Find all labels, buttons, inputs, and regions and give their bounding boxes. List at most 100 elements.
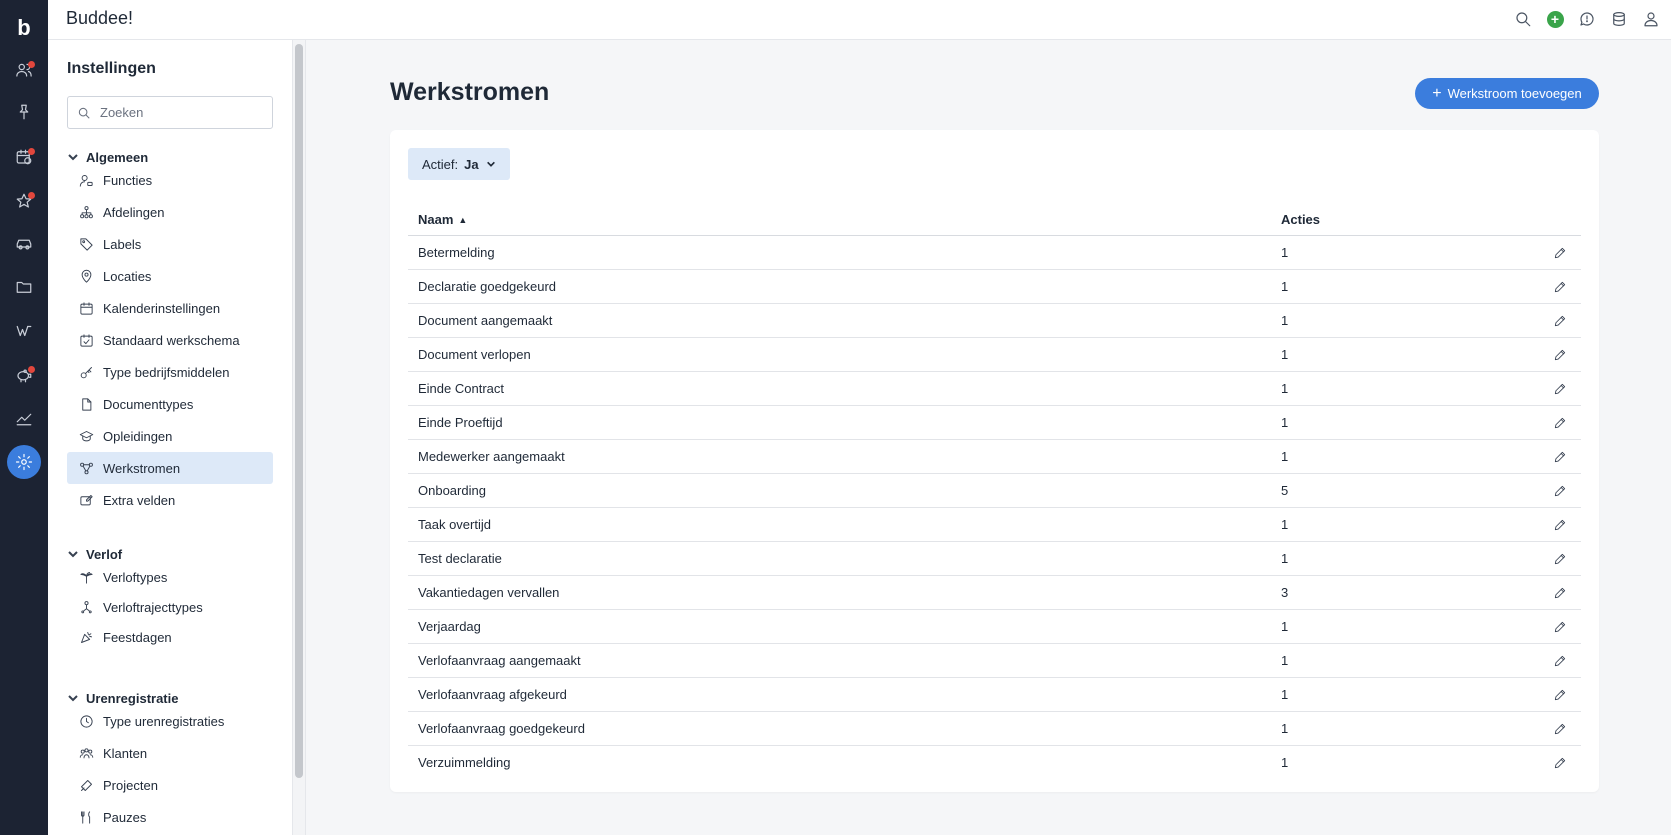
table-row[interactable]: Medewerker aangemaakt 1 xyxy=(408,440,1581,474)
sidebar-item-type-urenregistraties[interactable]: Type urenregistraties xyxy=(67,705,273,737)
scrollbar-thumb[interactable] xyxy=(295,44,303,778)
edit-button[interactable] xyxy=(1551,244,1569,262)
sidebar-item-kalenderinstellingen[interactable]: Kalenderinstellingen xyxy=(67,292,273,324)
rail-item-chart[interactable] xyxy=(0,402,48,434)
sidebar-item-locaties[interactable]: Locaties xyxy=(67,260,273,292)
workflow-action-count: 1 xyxy=(1281,415,1289,430)
sidebar-item-opleidingen[interactable]: Opleidingen xyxy=(67,420,273,452)
edit-button[interactable] xyxy=(1551,652,1569,670)
workflow-name: Vakantiedagen vervallen xyxy=(418,585,560,600)
sidebar-item-label: Type urenregistraties xyxy=(103,713,225,729)
edit-button[interactable] xyxy=(1551,686,1569,704)
rail-item-car[interactable] xyxy=(0,228,48,260)
workflow-action-count: 1 xyxy=(1281,551,1289,566)
rail-item-users[interactable] xyxy=(0,54,48,86)
database-icon[interactable] xyxy=(1607,7,1631,31)
table-row[interactable]: Vakantiedagen vervallen 3 xyxy=(408,576,1581,610)
edit-button[interactable] xyxy=(1551,754,1569,772)
active-filter-dropdown[interactable]: Actief: Ja xyxy=(408,148,510,180)
table-row[interactable]: Verjaardag 1 xyxy=(408,610,1581,644)
rail-item-star[interactable] xyxy=(0,185,48,217)
table-row[interactable]: Betermelding 1 xyxy=(408,236,1581,270)
edit-button[interactable] xyxy=(1551,448,1569,466)
table-row[interactable]: Einde Contract 1 xyxy=(408,372,1581,406)
app-logo[interactable]: b xyxy=(0,12,48,44)
column-header-name[interactable]: Naam ▲ xyxy=(418,212,467,227)
table-row[interactable]: Verzuimmelding 1 xyxy=(408,746,1581,780)
edit-button[interactable] xyxy=(1551,278,1569,296)
rail-item-wiki[interactable] xyxy=(0,315,48,347)
workflow-icon xyxy=(80,462,93,474)
table-row[interactable]: Declaratie goedgekeurd 1 xyxy=(408,270,1581,304)
app-rail: b xyxy=(0,0,48,835)
edit-button[interactable] xyxy=(1551,584,1569,602)
sidebar-item-labels[interactable]: Labels xyxy=(67,228,273,260)
edit-button[interactable] xyxy=(1551,312,1569,330)
active-indicator xyxy=(7,445,41,479)
table-row[interactable]: Test declaratie 1 xyxy=(408,542,1581,576)
add-workflow-button[interactable]: + Werkstroom toevoegen xyxy=(1415,78,1599,109)
edit-button[interactable] xyxy=(1551,380,1569,398)
table-row[interactable]: Onboarding 5 xyxy=(408,474,1581,508)
sidebar-item-label: Pauzes xyxy=(103,809,147,825)
sidebar-item-label: Documenttypes xyxy=(103,396,194,412)
chat-icon[interactable] xyxy=(1575,7,1599,31)
settings-search[interactable] xyxy=(67,96,273,129)
table-row[interactable]: Document verlopen 1 xyxy=(408,338,1581,372)
top-icons: + xyxy=(1511,7,1663,31)
rail-item-gear[interactable] xyxy=(0,445,48,479)
sidebar-item-projecten[interactable]: Projecten xyxy=(67,769,273,801)
search-icon[interactable] xyxy=(1511,7,1535,31)
workflow-action-count: 1 xyxy=(1281,449,1289,464)
edit-button[interactable] xyxy=(1551,414,1569,432)
scrollbar-track[interactable] xyxy=(292,40,305,835)
sort-asc-icon: ▲ xyxy=(458,214,468,225)
column-header-actions[interactable]: Acties xyxy=(1281,212,1320,227)
sidebar-item-verloftrajecttypes[interactable]: Verloftrajecttypes xyxy=(67,591,273,623)
edit-button[interactable] xyxy=(1551,550,1569,568)
sidebar-item-feestdagen[interactable]: Feestdagen xyxy=(67,621,273,653)
table-row[interactable]: Verlofaanvraag goedgekeurd 1 xyxy=(408,712,1581,746)
table-row[interactable]: Taak overtijd 1 xyxy=(408,508,1581,542)
rail-item-piggy-bank[interactable] xyxy=(0,359,48,391)
sidebar-item-type-bedrijfsmiddelen[interactable]: Type bedrijfsmiddelen xyxy=(67,356,273,388)
table-row[interactable]: Verlofaanvraag afgekeurd 1 xyxy=(408,678,1581,712)
user-icon[interactable] xyxy=(1639,7,1663,31)
rail-item-folder[interactable] xyxy=(0,271,48,303)
chevron-down-icon xyxy=(486,161,495,167)
sidebar-item-verloftypes[interactable]: Verloftypes xyxy=(67,561,273,593)
pencil-icon xyxy=(1554,655,1566,667)
document-icon xyxy=(82,397,92,411)
table-row[interactable]: Einde Proeftijd 1 xyxy=(408,406,1581,440)
notification-badge xyxy=(28,148,35,155)
sidebar-item-label: Type bedrijfsmiddelen xyxy=(103,364,230,380)
edit-button[interactable] xyxy=(1551,618,1569,636)
rail-item-pin[interactable] xyxy=(0,96,48,128)
car-icon xyxy=(16,239,32,250)
table-row[interactable]: Verlofaanvraag aangemaakt 1 xyxy=(408,644,1581,678)
workflow-action-count: 1 xyxy=(1281,687,1289,702)
person-route-icon xyxy=(81,600,92,613)
table-row[interactable]: Document aangemaakt 1 xyxy=(408,304,1581,338)
edit-button[interactable] xyxy=(1551,516,1569,534)
sidebar-item-pauzes[interactable]: Pauzes xyxy=(67,801,273,833)
workflow-action-count: 1 xyxy=(1281,245,1289,260)
edit-button[interactable] xyxy=(1551,482,1569,500)
sidebar-item-afdelingen[interactable]: Afdelingen xyxy=(67,196,273,228)
settings-title: Instellingen xyxy=(67,60,156,77)
edit-button[interactable] xyxy=(1551,346,1569,364)
search-input[interactable] xyxy=(100,105,260,120)
rail-item-calendar-clock[interactable] xyxy=(0,141,48,173)
workflow-name: Verlofaanvraag afgekeurd xyxy=(418,687,567,702)
edit-button[interactable] xyxy=(1551,720,1569,738)
sidebar-item-extra-velden[interactable]: Extra velden xyxy=(67,484,273,516)
add-workflow-label: Werkstroom toevoegen xyxy=(1447,86,1582,101)
sidebar-item-standaard-werkschema[interactable]: Standaard werkschema xyxy=(67,324,273,356)
sidebar-item-klanten[interactable]: Klanten xyxy=(67,737,273,769)
add-icon[interactable]: + xyxy=(1543,7,1567,31)
sidebar-item-label: Afdelingen xyxy=(103,204,165,220)
workflow-action-count: 1 xyxy=(1281,381,1289,396)
sidebar-item-werkstromen[interactable]: Werkstromen xyxy=(67,452,273,484)
sidebar-item-documenttypes[interactable]: Documenttypes xyxy=(67,388,273,420)
sidebar-item-functies[interactable]: Functies xyxy=(67,164,273,196)
